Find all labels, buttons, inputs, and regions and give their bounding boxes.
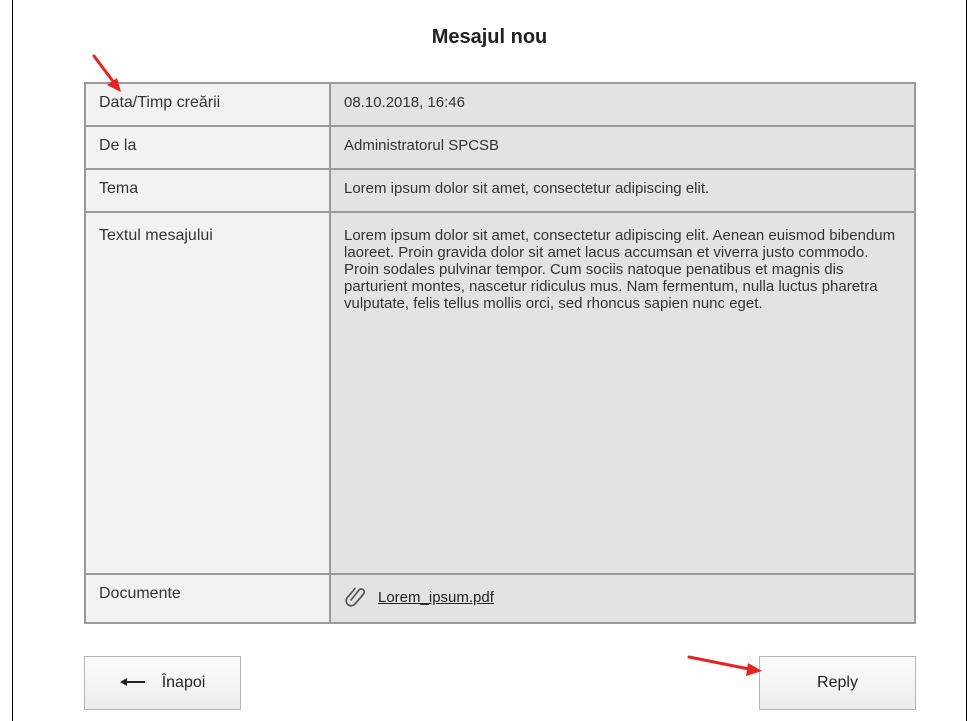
message-body: Lorem ipsum dolor sit amet, consectetur … [329,211,916,575]
documents-label: Documente [84,573,331,624]
body-label: Textul mesajului [84,211,331,575]
from-value: Administratorul SPCSB [329,125,916,170]
document-link[interactable]: Lorem_ipsum.pdf [378,589,494,606]
table-row-body: Textul mesajului Lorem ipsum dolor sit a… [84,211,916,575]
message-details-table: Data/Timp creării 08.10.2018, 16:46 De l… [84,82,916,624]
annotation-arrow-date [92,54,121,92]
subject-value: Lorem ipsum dolor sit amet, consectetur … [329,168,916,213]
arrow-left-icon [119,674,146,692]
reply-button-label: Reply [817,674,858,691]
reply-button[interactable]: Reply [759,656,916,710]
subject-label: Tema [84,168,331,213]
back-button-label: Înapoi [161,674,206,691]
table-row-from: De la Administratorul SPCSB [84,125,916,170]
documents-cell: Lorem_ipsum.pdf [329,573,916,624]
from-label: De la [84,125,331,170]
back-button[interactable]: Înapoi [84,656,241,710]
table-row-date: Data/Timp creării 08.10.2018, 16:46 [84,82,916,127]
paperclip-icon [344,585,366,611]
table-row-documents: Documente Lorem_ipsum.pdf [84,573,916,624]
date-value: 08.10.2018, 16:46 [329,82,916,127]
annotation-arrow-reply [687,655,762,676]
table-row-subject: Tema Lorem ipsum dolor sit amet, consect… [84,168,916,213]
page-title: Mesajul nou [431,26,548,48]
